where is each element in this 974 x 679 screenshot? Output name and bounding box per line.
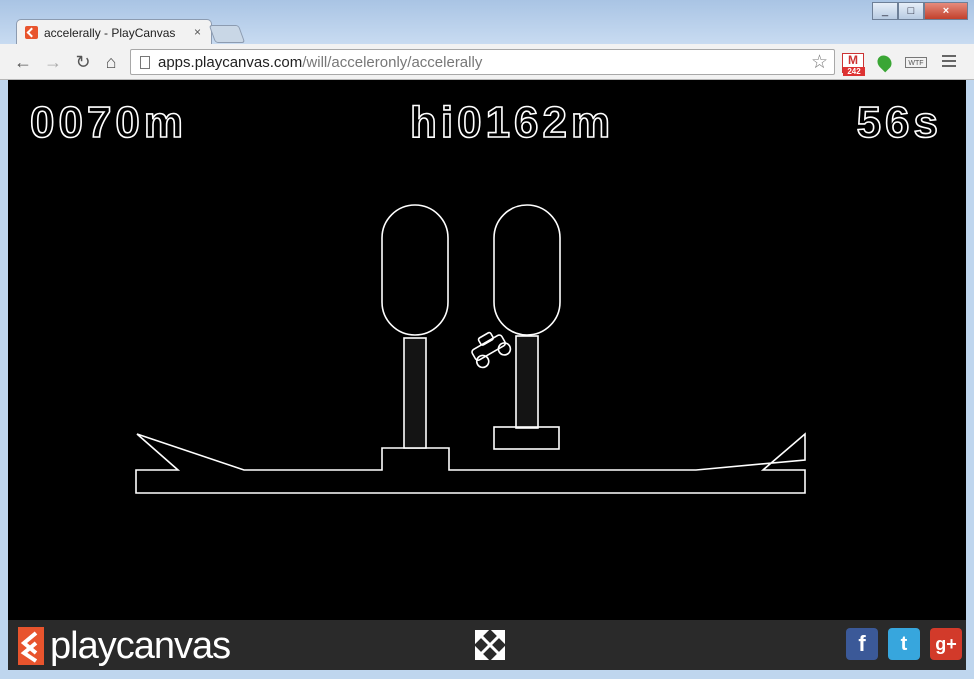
- maximize-button[interactable]: □: [898, 2, 924, 20]
- home-icon[interactable]: ⌂: [100, 51, 122, 73]
- twitter-icon[interactable]: t: [888, 628, 920, 660]
- left-pillar-capsule: [381, 204, 449, 336]
- right-pillar-base: [493, 426, 560, 450]
- browser-tab[interactable]: accelerally - PlayCanvas ×: [16, 19, 212, 45]
- time-remaining: 56s: [856, 97, 942, 148]
- playcanvas-logo[interactable]: playcanvas: [18, 625, 231, 667]
- playcanvas-logo-icon: [18, 627, 44, 665]
- distance-counter: 0070m: [29, 97, 188, 148]
- right-pillar-capsule: [493, 204, 561, 336]
- playcanvas-logo-text: playcanvas: [50, 625, 231, 667]
- new-tab-button[interactable]: [208, 25, 246, 43]
- gmail-count: 242: [843, 67, 865, 76]
- tab-title: accelerally - PlayCanvas: [44, 25, 176, 40]
- playcanvas-favicon-icon: [25, 26, 38, 39]
- gmail-icon[interactable]: M 242: [842, 53, 865, 76]
- google-plus-icon[interactable]: g+: [930, 628, 962, 660]
- left-pillar-stem: [403, 337, 427, 449]
- wtf-extension-icon[interactable]: WTF: [905, 57, 927, 68]
- window-controls: _ □ ×: [872, 2, 968, 20]
- window-frame-bottom: [0, 670, 974, 679]
- back-arrow-icon[interactable]: ←: [12, 51, 34, 73]
- playcanvas-footer: playcanvas f t g+: [8, 620, 966, 670]
- leaf-icon[interactable]: [874, 52, 895, 73]
- right-pillar-stem: [515, 335, 539, 429]
- fullscreen-icon[interactable]: [475, 630, 505, 660]
- tab-close-icon[interactable]: ×: [194, 25, 201, 39]
- player-car: [471, 331, 512, 369]
- address-bar[interactable]: apps.playcanvas.com /will/acceleronly/ac…: [130, 49, 835, 75]
- minimize-button[interactable]: _: [872, 2, 898, 20]
- url-path: /will/acceleronly/accelerally: [302, 53, 483, 71]
- game-viewport[interactable]: 0070m hi0162m 56s: [8, 80, 966, 670]
- game-canvas[interactable]: [8, 80, 966, 620]
- browser-toolbar: ← → ↻ ⌂ apps.playcanvas.com /will/accele…: [0, 44, 974, 80]
- page-icon: [140, 55, 150, 69]
- ground-track: [135, 432, 806, 494]
- star-icon[interactable]: ☆: [811, 51, 828, 74]
- forward-arrow-icon[interactable]: →: [42, 51, 64, 73]
- url-host: apps.playcanvas.com: [158, 53, 303, 71]
- menu-icon[interactable]: [942, 55, 956, 70]
- browser-titlebar: accelerally - PlayCanvas × _ □ ×: [0, 0, 974, 45]
- close-window-button[interactable]: ×: [924, 2, 968, 20]
- high-score: hi0162m: [409, 97, 615, 148]
- reload-icon[interactable]: ↻: [72, 51, 94, 73]
- facebook-icon[interactable]: f: [846, 628, 878, 660]
